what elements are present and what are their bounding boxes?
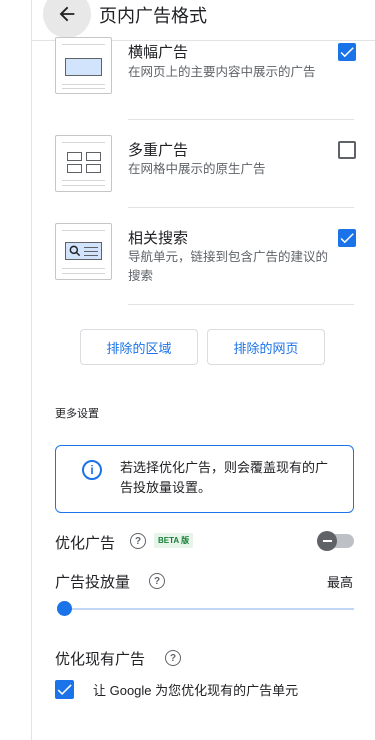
format-title-related-search: 相关搜索 xyxy=(128,230,189,247)
multiplex-ad-icon xyxy=(55,135,112,192)
optimize-ads-label: 优化广告 xyxy=(55,535,116,552)
help-icon[interactable]: ? xyxy=(149,573,165,589)
info-notice: i 若选择优化广告，则会覆盖现有的广告投放量设置。 xyxy=(55,445,354,513)
ad-load-slider-track[interactable] xyxy=(64,608,354,610)
multiplex-ad-checkbox[interactable] xyxy=(338,141,356,159)
ad-load-slider-thumb[interactable] xyxy=(57,601,72,616)
ad-load-max-label: 最高 xyxy=(326,575,353,590)
arrow-left-icon xyxy=(56,3,78,25)
format-title-banner: 横幅广告 xyxy=(128,44,189,61)
related-search-checkbox[interactable] xyxy=(338,229,356,247)
help-icon[interactable]: ? xyxy=(130,533,146,549)
page-title: 页内广告格式 xyxy=(99,6,207,26)
check-icon xyxy=(57,684,72,696)
exclude-pages-button[interactable]: 排除的网页 xyxy=(207,329,325,365)
optimize-existing-label: 优化现有广告 xyxy=(55,651,146,668)
row-divider xyxy=(128,304,354,305)
row-divider xyxy=(128,207,354,208)
help-icon[interactable]: ? xyxy=(165,650,181,666)
info-text: 若选择优化广告，则会覆盖现有的广告投放量设置。 xyxy=(120,460,329,495)
minus-icon xyxy=(322,540,332,542)
check-icon xyxy=(340,233,354,244)
format-title-multiplex: 多重广告 xyxy=(128,142,189,159)
back-button[interactable] xyxy=(43,0,91,38)
beta-badge: BETA 版 xyxy=(154,533,194,548)
ad-load-label: 广告投放量 xyxy=(55,574,131,591)
row-divider xyxy=(128,119,354,120)
info-icon: i xyxy=(82,460,102,480)
format-desc-related-search: 导航单元，链接到包含广告的建议的搜索 xyxy=(128,250,329,283)
format-desc-banner: 在网页上的主要内容中展示的广告 xyxy=(128,65,316,79)
optimize-existing-checkbox-label: 让 Google 为您优化现有的广告单元 xyxy=(93,683,299,698)
check-icon xyxy=(340,47,354,58)
banner-ad-checkbox[interactable] xyxy=(338,43,356,61)
optimize-ads-toggle[interactable] xyxy=(317,531,337,551)
related-search-icon xyxy=(55,223,112,280)
format-desc-multiplex: 在网格中展示的原生广告 xyxy=(128,162,266,176)
banner-ad-icon xyxy=(55,37,112,94)
exclude-areas-button[interactable]: 排除的区域 xyxy=(80,329,198,365)
optimize-existing-checkbox[interactable] xyxy=(55,680,74,699)
panel-header: 页内广告格式 xyxy=(32,0,375,41)
more-settings-heading: 更多设置 xyxy=(55,408,99,420)
ad-format-panel: 页内广告格式 横幅广告 在网页上的主要内容中展示的广告 多重广告 在网格中展示的… xyxy=(31,0,375,740)
